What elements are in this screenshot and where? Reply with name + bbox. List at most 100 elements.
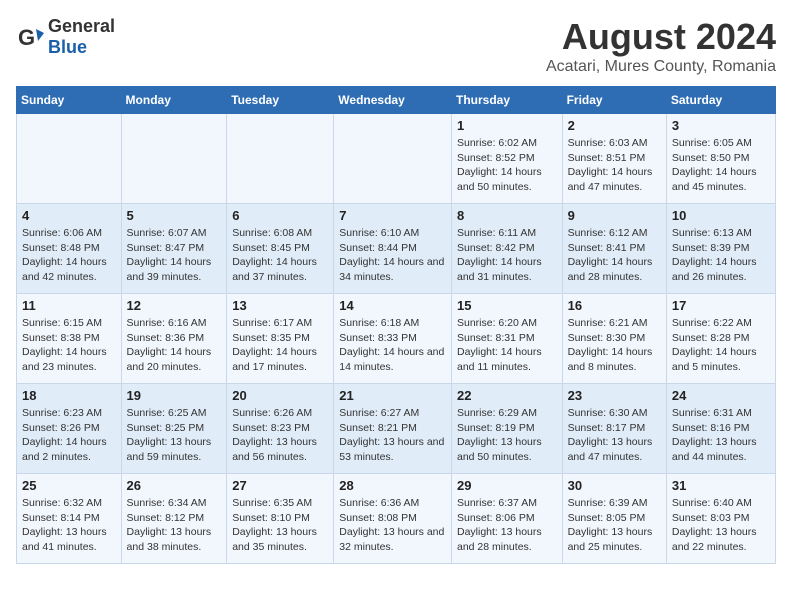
- calendar-week-row: 1 Sunrise: 6:02 AM Sunset: 8:52 PM Daylig…: [17, 114, 776, 204]
- day-info: Sunrise: 6:40 AM Sunset: 8:03 PM Dayligh…: [672, 496, 770, 555]
- calendar-cell: 14 Sunrise: 6:18 AM Sunset: 8:33 PM Dayli…: [334, 294, 452, 384]
- weekday-header: Saturday: [666, 87, 775, 114]
- weekday-header: Sunday: [17, 87, 122, 114]
- day-info: Sunrise: 6:15 AM Sunset: 8:38 PM Dayligh…: [22, 316, 116, 375]
- day-info: Sunrise: 6:02 AM Sunset: 8:52 PM Dayligh…: [457, 136, 557, 195]
- day-info: Sunrise: 6:26 AM Sunset: 8:23 PM Dayligh…: [232, 406, 328, 465]
- calendar-cell: 4 Sunrise: 6:06 AM Sunset: 8:48 PM Daylig…: [17, 204, 122, 294]
- day-number: 1: [457, 118, 557, 133]
- day-info: Sunrise: 6:12 AM Sunset: 8:41 PM Dayligh…: [568, 226, 661, 285]
- day-info: Sunrise: 6:05 AM Sunset: 8:50 PM Dayligh…: [672, 136, 770, 195]
- calendar-cell: [334, 114, 452, 204]
- calendar-cell: 28 Sunrise: 6:36 AM Sunset: 8:08 PM Dayli…: [334, 474, 452, 564]
- calendar-week-row: 11 Sunrise: 6:15 AM Sunset: 8:38 PM Dayli…: [17, 294, 776, 384]
- day-info: Sunrise: 6:08 AM Sunset: 8:45 PM Dayligh…: [232, 226, 328, 285]
- day-info: Sunrise: 6:30 AM Sunset: 8:17 PM Dayligh…: [568, 406, 661, 465]
- day-info: Sunrise: 6:07 AM Sunset: 8:47 PM Dayligh…: [127, 226, 222, 285]
- day-info: Sunrise: 6:16 AM Sunset: 8:36 PM Dayligh…: [127, 316, 222, 375]
- day-info: Sunrise: 6:18 AM Sunset: 8:33 PM Dayligh…: [339, 316, 446, 375]
- day-info: Sunrise: 6:29 AM Sunset: 8:19 PM Dayligh…: [457, 406, 557, 465]
- day-number: 16: [568, 298, 661, 313]
- day-info: Sunrise: 6:23 AM Sunset: 8:26 PM Dayligh…: [22, 406, 116, 465]
- calendar-cell: 31Sunrise: 6:40 AM Sunset: 8:03 PM Dayli…: [666, 474, 775, 564]
- logo-blue-text: Blue: [48, 37, 87, 57]
- day-info: Sunrise: 6:06 AM Sunset: 8:48 PM Dayligh…: [22, 226, 116, 285]
- weekday-header: Monday: [121, 87, 227, 114]
- weekday-header: Friday: [562, 87, 666, 114]
- day-number: 9: [568, 208, 661, 223]
- calendar-cell: 13 Sunrise: 6:17 AM Sunset: 8:35 PM Dayli…: [227, 294, 334, 384]
- day-number: 5: [127, 208, 222, 223]
- day-number: 29: [457, 478, 557, 493]
- day-number: 8: [457, 208, 557, 223]
- calendar-cell: [227, 114, 334, 204]
- day-number: 2: [568, 118, 661, 133]
- logo: G General Blue: [16, 16, 115, 58]
- day-info: Sunrise: 6:10 AM Sunset: 8:44 PM Dayligh…: [339, 226, 446, 285]
- calendar-cell: 9 Sunrise: 6:12 AM Sunset: 8:41 PM Daylig…: [562, 204, 666, 294]
- calendar-cell: 22 Sunrise: 6:29 AM Sunset: 8:19 PM Dayli…: [451, 384, 562, 474]
- calendar-week-row: 4 Sunrise: 6:06 AM Sunset: 8:48 PM Daylig…: [17, 204, 776, 294]
- calendar-cell: 25Sunrise: 6:32 AM Sunset: 8:14 PM Dayli…: [17, 474, 122, 564]
- page-title: August 2024: [546, 16, 776, 58]
- day-info: Sunrise: 6:17 AM Sunset: 8:35 PM Dayligh…: [232, 316, 328, 375]
- calendar-cell: [17, 114, 122, 204]
- day-number: 28: [339, 478, 446, 493]
- calendar-cell: 20 Sunrise: 6:26 AM Sunset: 8:23 PM Dayli…: [227, 384, 334, 474]
- day-info: Sunrise: 6:36 AM Sunset: 8:08 PM Dayligh…: [339, 496, 446, 555]
- day-number: 27: [232, 478, 328, 493]
- day-number: 3: [672, 118, 770, 133]
- day-number: 10: [672, 208, 770, 223]
- calendar-cell: 5 Sunrise: 6:07 AM Sunset: 8:47 PM Daylig…: [121, 204, 227, 294]
- calendar-cell: 29Sunrise: 6:37 AM Sunset: 8:06 PM Dayli…: [451, 474, 562, 564]
- logo-general-text: General: [48, 16, 115, 36]
- day-info: Sunrise: 6:13 AM Sunset: 8:39 PM Dayligh…: [672, 226, 770, 285]
- day-number: 6: [232, 208, 328, 223]
- weekday-header: Thursday: [451, 87, 562, 114]
- day-info: Sunrise: 6:31 AM Sunset: 8:16 PM Dayligh…: [672, 406, 770, 465]
- calendar-cell: 2Sunrise: 6:03 AM Sunset: 8:51 PM Daylig…: [562, 114, 666, 204]
- day-info: Sunrise: 6:20 AM Sunset: 8:31 PM Dayligh…: [457, 316, 557, 375]
- day-number: 25: [22, 478, 116, 493]
- day-info: Sunrise: 6:34 AM Sunset: 8:12 PM Dayligh…: [127, 496, 222, 555]
- calendar-cell: 17Sunrise: 6:22 AM Sunset: 8:28 PM Dayli…: [666, 294, 775, 384]
- day-number: 4: [22, 208, 116, 223]
- weekday-header: Tuesday: [227, 87, 334, 114]
- calendar-cell: 18 Sunrise: 6:23 AM Sunset: 8:26 PM Dayli…: [17, 384, 122, 474]
- calendar-cell: 8 Sunrise: 6:11 AM Sunset: 8:42 PM Daylig…: [451, 204, 562, 294]
- calendar-cell: [121, 114, 227, 204]
- day-number: 14: [339, 298, 446, 313]
- calendar-cell: 27Sunrise: 6:35 AM Sunset: 8:10 PM Dayli…: [227, 474, 334, 564]
- title-area: August 2024 Acatari, Mures County, Roman…: [546, 16, 776, 76]
- calendar-cell: 19Sunrise: 6:25 AM Sunset: 8:25 PM Dayli…: [121, 384, 227, 474]
- calendar-cell: 11 Sunrise: 6:15 AM Sunset: 8:38 PM Dayli…: [17, 294, 122, 384]
- day-number: 22: [457, 388, 557, 403]
- calendar-cell: 16 Sunrise: 6:21 AM Sunset: 8:30 PM Dayli…: [562, 294, 666, 384]
- day-number: 11: [22, 298, 116, 313]
- weekday-header: Wednesday: [334, 87, 452, 114]
- day-info: Sunrise: 6:21 AM Sunset: 8:30 PM Dayligh…: [568, 316, 661, 375]
- day-number: 30: [568, 478, 661, 493]
- day-info: Sunrise: 6:11 AM Sunset: 8:42 PM Dayligh…: [457, 226, 557, 285]
- day-number: 7: [339, 208, 446, 223]
- calendar-cell: 7 Sunrise: 6:10 AM Sunset: 8:44 PM Daylig…: [334, 204, 452, 294]
- page-subtitle: Acatari, Mures County, Romania: [546, 58, 776, 76]
- calendar-cell: 15 Sunrise: 6:20 AM Sunset: 8:31 PM Dayli…: [451, 294, 562, 384]
- day-number: 23: [568, 388, 661, 403]
- calendar-table: SundayMondayTuesdayWednesdayThursdayFrid…: [16, 86, 776, 564]
- day-number: 26: [127, 478, 222, 493]
- day-number: 21: [339, 388, 446, 403]
- calendar-cell: 6 Sunrise: 6:08 AM Sunset: 8:45 PM Daylig…: [227, 204, 334, 294]
- calendar-cell: 3 Sunrise: 6:05 AM Sunset: 8:50 PM Daylig…: [666, 114, 775, 204]
- day-number: 20: [232, 388, 328, 403]
- calendar-cell: 21Sunrise: 6:27 AM Sunset: 8:21 PM Dayli…: [334, 384, 452, 474]
- header: G General Blue August 2024 Acatari, Mure…: [16, 16, 776, 76]
- day-number: 13: [232, 298, 328, 313]
- logo-icon: G: [16, 23, 44, 51]
- calendar-week-row: 18 Sunrise: 6:23 AM Sunset: 8:26 PM Dayli…: [17, 384, 776, 474]
- day-number: 18: [22, 388, 116, 403]
- day-number: 15: [457, 298, 557, 313]
- calendar-cell: 30Sunrise: 6:39 AM Sunset: 8:05 PM Dayli…: [562, 474, 666, 564]
- day-number: 19: [127, 388, 222, 403]
- calendar-cell: 23 Sunrise: 6:30 AM Sunset: 8:17 PM Dayli…: [562, 384, 666, 474]
